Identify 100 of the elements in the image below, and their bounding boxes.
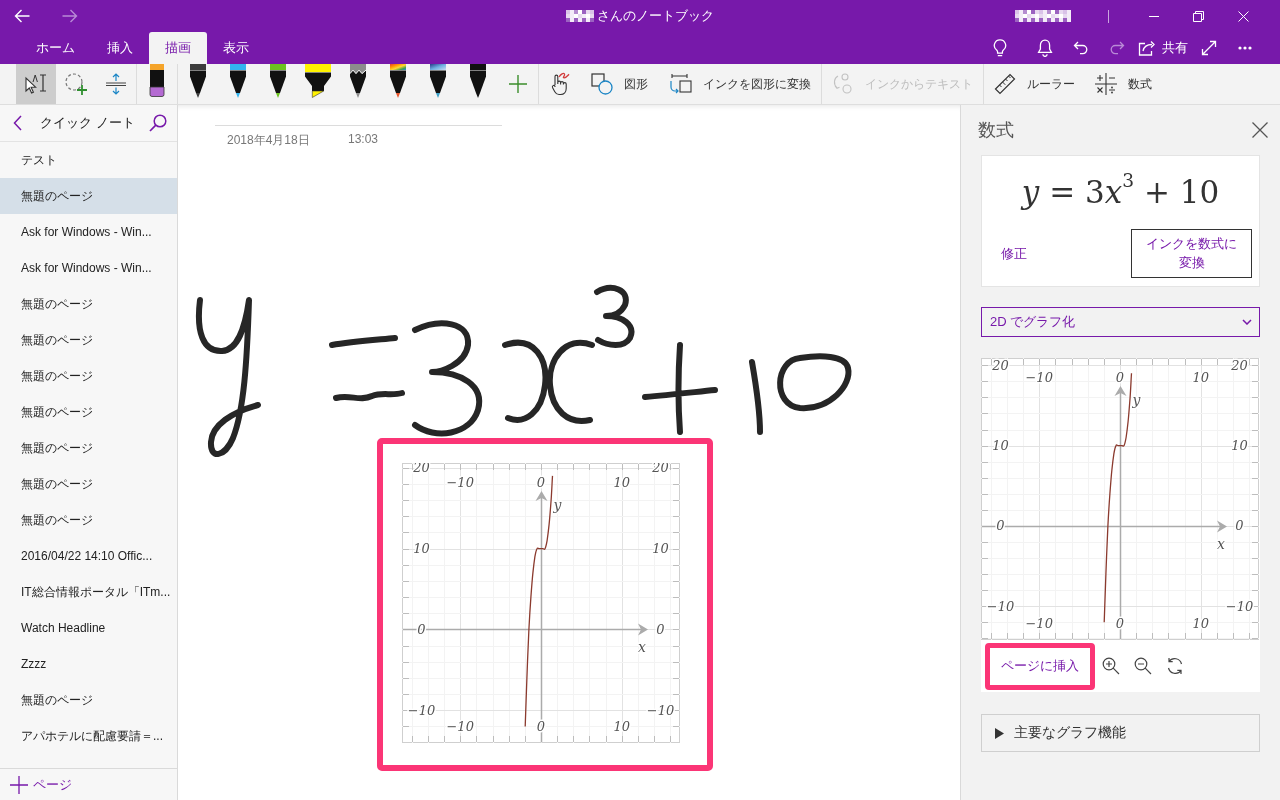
page-list-item[interactable]: Ask for Windows - Win... xyxy=(0,250,177,286)
circles-curved-arrow-icon xyxy=(832,72,854,96)
search-icon xyxy=(149,114,167,132)
ribbon-tab[interactable]: 挿入 xyxy=(91,32,149,64)
math-button[interactable]: 数式 xyxy=(1086,64,1161,104)
edit-link[interactable]: 修正 xyxy=(1001,244,1027,263)
eraser-icon xyxy=(149,64,165,97)
box-arrow-icon xyxy=(1138,40,1156,56)
page-list-item[interactable]: Ask for Windows - Win... xyxy=(0,214,177,250)
square-curved-arrow-icon xyxy=(668,73,692,95)
diagonal-arrows-icon xyxy=(1201,40,1217,56)
close-icon xyxy=(1252,122,1268,138)
page-list-item[interactable]: テスト xyxy=(0,142,177,178)
tick-label: −10 xyxy=(1225,598,1254,614)
redo-icon xyxy=(1109,41,1125,55)
tick-label: −10 xyxy=(446,475,474,491)
tick-label: 10 xyxy=(992,438,1009,454)
undo-icon xyxy=(1073,41,1089,55)
pixelated-redaction xyxy=(1015,10,1071,22)
page-time: 13:03 xyxy=(348,132,379,148)
convert-ink-to-math-button[interactable]: インクを数式に変換 xyxy=(1131,229,1252,278)
page-list-item[interactable]: Zzzz xyxy=(0,646,177,682)
ribbon-tab[interactable]: 表示 xyxy=(207,32,265,64)
tick-label: 10 xyxy=(413,541,430,557)
add-page-button[interactable]: ページ xyxy=(6,773,76,796)
rainbow-pen-icon xyxy=(389,64,407,98)
insert-to-page-link[interactable]: ページに挿入 xyxy=(985,642,1095,690)
zoom-out-icon xyxy=(1134,657,1152,675)
tick-label: 10 xyxy=(1192,370,1210,386)
panel-title: 数式 xyxy=(978,119,1014,142)
chevron-left-icon xyxy=(12,115,22,131)
page-list-item[interactable]: 無題のページ xyxy=(0,682,177,718)
page-list-item[interactable]: 無題のページ xyxy=(0,322,177,358)
share-button[interactable]: 共有 xyxy=(1135,32,1191,64)
tick-label: 0 xyxy=(1235,518,1244,534)
page-list-item[interactable]: Watch Headline xyxy=(0,610,177,646)
more-icon xyxy=(1238,46,1252,50)
tick-label: 0 xyxy=(417,622,426,637)
tick-label: 0 xyxy=(1115,370,1125,386)
graph-mode-dropdown[interactable]: 2D でグラフ化 xyxy=(981,307,1260,337)
ink-to-shape-button[interactable]: インクを図形に変換 xyxy=(659,64,820,104)
page-list-item[interactable]: 無題のページ xyxy=(0,358,177,394)
refresh-icon xyxy=(1166,657,1184,675)
page-date: 2018年4月18日 xyxy=(227,132,310,149)
zoom-in-icon xyxy=(1102,657,1120,675)
tick-label: 10 xyxy=(613,475,631,491)
tick-label: 20 xyxy=(1231,358,1248,373)
ruler-button[interactable]: ルーラー xyxy=(985,64,1084,104)
tick-label: 10 xyxy=(652,541,669,557)
axis-label: x xyxy=(638,638,646,655)
tick-label: 20 xyxy=(652,463,669,476)
tick-label: 0 xyxy=(1115,615,1125,631)
ruler-icon xyxy=(994,73,1016,95)
tick-label: −10 xyxy=(1025,615,1053,631)
pointer-text-cursor-icon xyxy=(24,73,48,95)
page-list-item[interactable]: IT総合情報ポータル「ITm... xyxy=(0,574,177,610)
page-list-item[interactable]: 2016/04/22 14:10 Offic... xyxy=(0,538,177,574)
hand-squiggle-icon xyxy=(549,72,571,96)
dashed-circle-plus-icon xyxy=(64,72,88,96)
tick-label: 10 xyxy=(613,718,631,734)
vertical-spacing-icon xyxy=(105,73,127,95)
tick-label: 20 xyxy=(992,358,1009,373)
axis-label: x xyxy=(1217,535,1225,552)
ribbon-tab[interactable]: 描画 xyxy=(149,32,207,64)
gradient-pen-icon xyxy=(429,64,447,98)
equation-text: y = 3x$^{3}$ + 10 xyxy=(1021,174,1220,210)
axis-label: y xyxy=(1132,392,1141,408)
chevron-down-icon xyxy=(1242,319,1252,325)
shapes-button[interactable]: 図形 xyxy=(582,64,657,104)
arrow-left-icon xyxy=(14,9,30,23)
tick-label: 10 xyxy=(1192,615,1210,631)
restore-icon xyxy=(1193,10,1204,22)
tick-label: 0 xyxy=(996,518,1005,534)
ribbon-tab[interactable]: ホーム xyxy=(20,32,91,64)
page-list-item[interactable]: 無題のページ xyxy=(0,466,177,502)
page-list-item[interactable]: 無題のページ xyxy=(0,286,177,322)
tick-label: −10 xyxy=(646,702,675,718)
math-operators-icon xyxy=(1095,73,1117,95)
page-list-item[interactable]: 無題のページ xyxy=(0,178,177,214)
arrow-right-icon xyxy=(62,9,78,23)
page-list-item[interactable]: 無題のページ xyxy=(0,430,177,466)
axis-label: y xyxy=(553,497,562,513)
bell-icon xyxy=(1037,39,1053,57)
graph-features-expander[interactable]: 主要なグラフ機能 xyxy=(981,714,1260,752)
plus-icon xyxy=(10,775,28,794)
square-circle-icon xyxy=(591,73,613,95)
tick-label: 10 xyxy=(1231,438,1248,454)
tick-label: −10 xyxy=(407,702,436,718)
page-list-item[interactable]: 無題のページ xyxy=(0,394,177,430)
page-list-item[interactable]: アパホテルに配慮要請＝... xyxy=(0,718,177,754)
tick-label: 20 xyxy=(413,463,430,476)
lasso-select-tool[interactable] xyxy=(16,64,56,104)
minimize-icon xyxy=(1148,15,1159,17)
lightbulb-icon xyxy=(993,39,1007,57)
tick-label: 0 xyxy=(536,718,546,734)
page-list-item[interactable]: 無題のページ xyxy=(0,502,177,538)
tick-label: −10 xyxy=(986,598,1015,614)
tick-label: 0 xyxy=(656,622,665,637)
pixelated-redaction xyxy=(566,10,594,22)
close-icon xyxy=(1238,10,1249,22)
